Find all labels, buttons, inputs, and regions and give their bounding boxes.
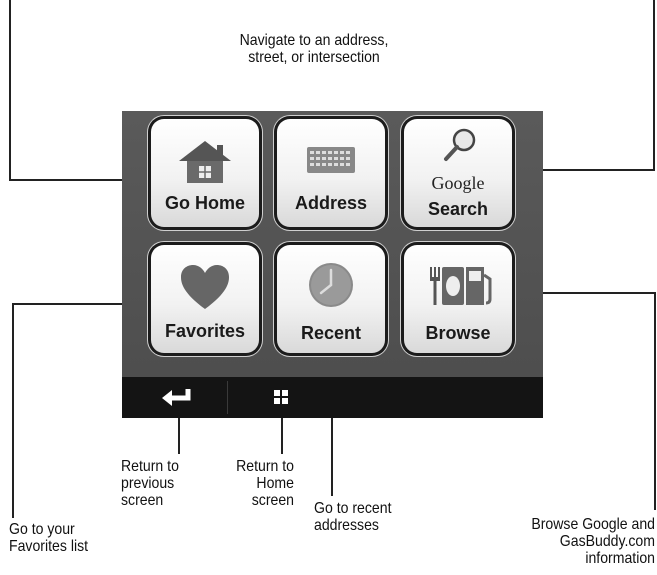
go-home-button[interactable]: Go Home (148, 116, 262, 230)
heart-icon (151, 261, 259, 313)
house-icon (151, 135, 259, 185)
home-screen-leader-line (281, 412, 283, 454)
clock-icon (277, 257, 385, 313)
device-screen: Go Home Address Google Search Favorites … (122, 111, 543, 418)
grid-icon (274, 390, 288, 404)
recent-label: Recent (300, 323, 362, 343)
go-home-leader-line (9, 0, 11, 181)
address-callout: Navigate to an address, street, or inter… (239, 32, 389, 66)
favorites-button[interactable]: Favorites (148, 242, 262, 356)
bottom-toolbar (122, 377, 543, 418)
google-search-button[interactable]: Google Search (401, 116, 515, 230)
fork-gas-pump-icon (404, 259, 512, 309)
recent-callout: Go to recent addresses (314, 500, 392, 534)
home-screen-button[interactable] (228, 377, 333, 418)
back-leader-line (178, 412, 180, 454)
browse-callout: Browse Google and GasBuddy.com informati… (531, 516, 655, 567)
keyboard-icon (277, 139, 385, 179)
go-home-label: Go Home (164, 193, 245, 213)
favorites-leader-line (12, 303, 14, 518)
address-label: Address (294, 193, 368, 213)
back-button[interactable] (122, 377, 227, 418)
back-arrow-icon (162, 389, 191, 406)
back-callout: Return to previous screen (121, 458, 179, 509)
google-brand-text: Google (431, 173, 485, 193)
google-search-label: Search (427, 199, 489, 219)
favorites-label: Favorites (164, 321, 246, 341)
google-search-leader-line (653, 0, 655, 171)
address-button[interactable]: Address (274, 116, 388, 230)
recent-button[interactable]: Recent (274, 242, 388, 356)
favorites-callout: Go to your Favorites list (9, 521, 89, 555)
browse-leader-line (654, 292, 656, 510)
browse-label: Browse (425, 323, 491, 343)
browse-button[interactable]: Browse (401, 242, 515, 356)
magnifier-icon (404, 125, 512, 165)
home-screen-callout: Return to Home screen (236, 458, 294, 509)
